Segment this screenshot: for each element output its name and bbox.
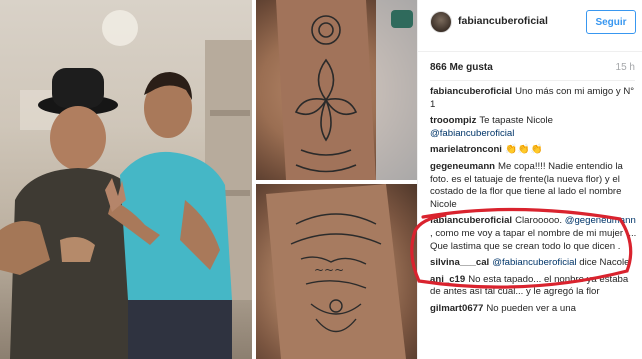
likes-count[interactable]: 866 Me gusta (430, 62, 493, 73)
post-header: fabiancuberoficial Seguir (418, 0, 642, 52)
comment-mention[interactable]: @gegeneumann (565, 215, 636, 226)
comment-item: silvina___cal @fabiancuberoficial dice Na… (430, 257, 640, 270)
comment-username[interactable]: silvina___cal (430, 257, 489, 268)
comment-item: fabiancuberoficial Clarooooo. @gegeneuman… (430, 215, 640, 253)
clap-emoji-icon: 👏👏👏 (504, 144, 544, 156)
post-username[interactable]: fabiancuberoficial (458, 15, 548, 27)
comment-text: No pueden ver a una (486, 302, 576, 314)
comment-item: gegeneumann Me copa!!!! Nadie entendio la… (430, 161, 640, 211)
comment-username[interactable]: trooompiz (430, 115, 476, 126)
comment-item: ani_c19 No esta tapado... el nonbre ya es… (430, 274, 640, 299)
comment-item: gilmart0677 No pueden ver a una (430, 303, 640, 316)
comment-text: , como me voy a tapar el nombre de mi mu… (430, 227, 637, 252)
comment-username[interactable]: ani_c19 (430, 274, 465, 285)
photo-collage: ~~~ (0, 0, 417, 359)
post-panel: fabiancuberoficial Seguir 866 Me gusta 1… (417, 0, 642, 359)
comment-text: dice Nacole (576, 257, 630, 269)
post-time[interactable]: 15 h (616, 62, 635, 73)
comment-username[interactable]: fabiancuberoficial (430, 215, 512, 226)
comment-text: Clarooooo. (515, 215, 565, 227)
likes-row: 866 Me gusta 15 h (430, 62, 635, 76)
comment-item: trooompiz Te tapaste Nicole @fabiancubero… (430, 115, 640, 140)
comment-mention[interactable]: @fabiancuberoficial (430, 128, 514, 139)
photo-flower-tattoo (256, 0, 417, 180)
comment-username[interactable]: fabiancuberoficial (430, 86, 512, 97)
comment-username[interactable]: gilmart0677 (430, 303, 483, 314)
profile-avatar[interactable] (430, 11, 452, 33)
photo-mandala-tattoo: ~~~ (256, 184, 417, 359)
comment-username[interactable]: gegeneumann (430, 161, 495, 172)
comment-item: marielatronconi 👏👏👏 (430, 144, 640, 157)
divider (430, 80, 635, 81)
comments-list: fabiancuberoficial Uno más con mi amigo y… (430, 86, 640, 320)
comment-item: fabiancuberoficial Uno más con mi amigo y… (430, 86, 640, 111)
comment-mention[interactable]: @fabiancuberoficial (492, 257, 576, 268)
comment-username[interactable]: marielatronconi (430, 144, 502, 155)
photo-two-men (0, 0, 252, 359)
svg-text:~~~: ~~~ (314, 263, 344, 277)
follow-button[interactable]: Seguir (586, 10, 636, 34)
comment-text: Te tapaste Nicole (479, 115, 553, 127)
